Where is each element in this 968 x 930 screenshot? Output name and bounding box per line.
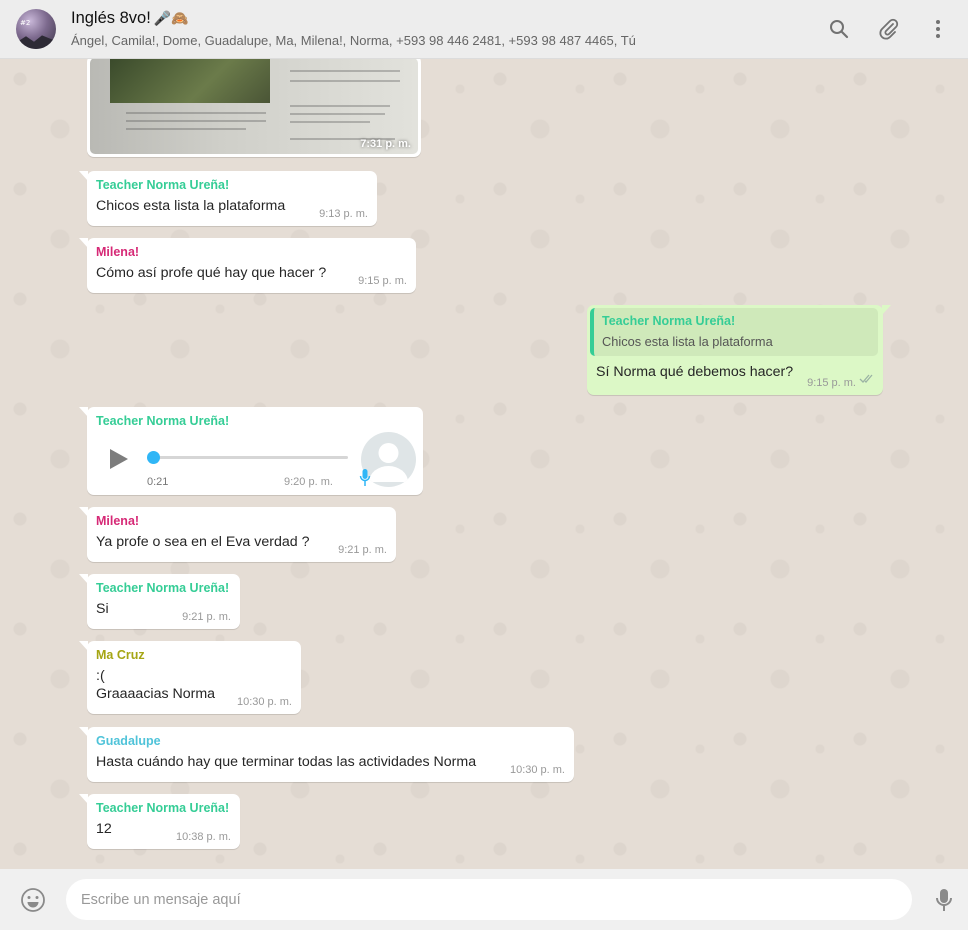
group-title: Inglés 8vo! bbox=[71, 9, 151, 27]
image-thumbnail[interactable]: 7:31 p. m. bbox=[90, 59, 418, 154]
chat-area[interactable]: 7:31 p. m. Teacher Norma Ureña! Chicos e… bbox=[0, 59, 968, 869]
message-sender[interactable]: Teacher Norma Ureña! bbox=[96, 414, 414, 428]
message-sender[interactable]: Ma Cruz bbox=[96, 648, 292, 662]
message-time: 10:38 p. m. bbox=[175, 831, 231, 843]
message-time: 10:30 p. m. bbox=[509, 764, 565, 776]
menu-icon[interactable] bbox=[926, 17, 950, 41]
audio-duration: 0:21 bbox=[147, 476, 169, 488]
message-sender[interactable]: Teacher Norma Ureña! bbox=[96, 801, 231, 815]
play-icon[interactable] bbox=[108, 447, 130, 476]
message-sender[interactable]: Guadalupe bbox=[96, 734, 565, 748]
message-bubble[interactable]: Teacher Norma Ureña! 12 10:38 p. m. bbox=[79, 794, 240, 849]
group-title-emoji: 🎤🙈 bbox=[153, 11, 189, 27]
message-time: 9:13 p. m. bbox=[319, 208, 368, 220]
group-avatar[interactable]: #2 bbox=[16, 9, 56, 49]
double-check-icon bbox=[859, 371, 875, 389]
quoted-text: Chicos esta lista la plataforma bbox=[602, 334, 773, 349]
compose-bar bbox=[0, 869, 968, 930]
message-sender[interactable]: Teacher Norma Ureña! bbox=[96, 178, 368, 192]
message-bubble[interactable]: Guadalupe Hasta cuándo hay que terminar … bbox=[79, 727, 574, 782]
message-sender[interactable]: Milena! bbox=[96, 514, 387, 528]
group-participants[interactable]: Ángel, Camila!, Dome, Guadalupe, Ma, Mil… bbox=[71, 33, 636, 48]
microphone-icon[interactable] bbox=[931, 887, 957, 913]
message-bubble[interactable]: Teacher Norma Ureña! Si 9:21 p. m. bbox=[79, 574, 240, 629]
search-icon[interactable] bbox=[827, 17, 851, 41]
message-time: 9:15 p. m. bbox=[358, 275, 407, 287]
message-bubble[interactable]: Milena! Cómo así profe qué hay que hacer… bbox=[79, 238, 416, 293]
message-text: Hasta cuándo hay que terminar todas las … bbox=[96, 754, 477, 770]
message-time: 9:15 p. m. bbox=[807, 377, 856, 389]
message-sender[interactable]: Milena! bbox=[96, 245, 407, 259]
group-title-row[interactable]: Inglés 8vo! 🎤🙈 bbox=[71, 9, 189, 28]
message-time: 9:21 p. m. bbox=[182, 611, 231, 623]
message-text-line1: :( bbox=[96, 668, 105, 684]
message-sender[interactable]: Teacher Norma Ureña! bbox=[96, 581, 231, 595]
audio-progress-knob[interactable] bbox=[147, 451, 160, 464]
avatar-tag: #2 bbox=[20, 19, 31, 27]
message-input[interactable] bbox=[66, 879, 912, 920]
paperclip-icon[interactable] bbox=[877, 17, 901, 41]
message-time: 7:31 p. m. bbox=[360, 138, 411, 150]
microphone-icon bbox=[359, 468, 371, 493]
quoted-message[interactable]: Teacher Norma Ureña! Chicos esta lista l… bbox=[590, 308, 878, 356]
message-time: 9:21 p. m. bbox=[338, 544, 387, 556]
message-bubble[interactable]: Ma Cruz :( Graaaacias Norma 10:30 p. m. bbox=[79, 641, 301, 714]
outgoing-message-bubble[interactable]: Teacher Norma Ureña! Chicos esta lista l… bbox=[587, 305, 891, 395]
audio-progress-track[interactable] bbox=[156, 456, 348, 459]
quoted-sender: Teacher Norma Ureña! bbox=[602, 314, 736, 328]
message-time: 9:20 p. m. bbox=[284, 476, 333, 488]
message-bubble[interactable]: Milena! Ya profe o sea en el Eva verdad … bbox=[79, 507, 396, 562]
emoji-icon[interactable] bbox=[20, 887, 46, 913]
voice-message-bubble[interactable]: Teacher Norma Ureña! 0:21 9:20 p. m. bbox=[79, 407, 423, 495]
message-bubble[interactable]: Teacher Norma Ureña! Chicos esta lista l… bbox=[79, 171, 377, 226]
image-message[interactable]: 7:31 p. m. bbox=[87, 59, 421, 157]
chat-header: #2 Inglés 8vo! 🎤🙈 Ángel, Camila!, Dome, G… bbox=[0, 0, 968, 59]
message-time: 10:30 p. m. bbox=[236, 696, 292, 708]
